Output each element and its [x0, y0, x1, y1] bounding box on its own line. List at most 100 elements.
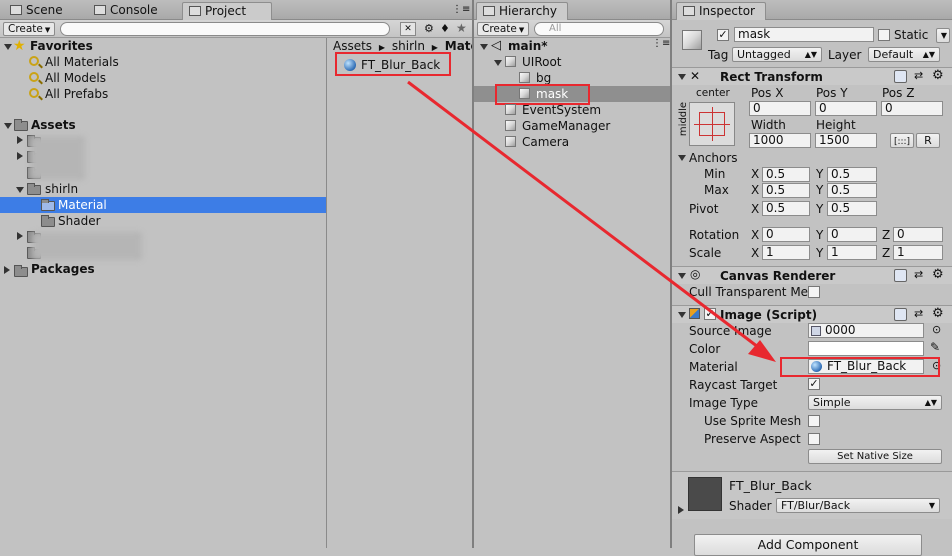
image-script-header[interactable]: ✓ Image (Script) ⇄ ⚙ [672, 305, 952, 323]
static-checkbox[interactable] [878, 29, 890, 41]
rotation-z-field[interactable]: 0 [893, 227, 943, 242]
create-button[interactable]: Create ▼ [477, 22, 530, 36]
anchor-preset-cross-v [712, 107, 713, 141]
breadcrumb-item[interactable]: shirln [392, 39, 425, 53]
pos-z-field[interactable]: 0 [881, 101, 943, 116]
help-icon[interactable] [894, 70, 907, 83]
assets-folder[interactable]: Assets [31, 117, 76, 133]
scene-header[interactable]: main* [508, 38, 548, 54]
expand-arrow-icon[interactable] [678, 155, 686, 161]
breadcrumb-item[interactable]: Assets [333, 39, 372, 53]
favorite-star-icon[interactable]: ★ [456, 21, 467, 35]
expand-arrow-icon[interactable] [17, 232, 23, 240]
expand-arrow-icon[interactable] [16, 187, 24, 193]
pos-x-field[interactable]: 0 [749, 101, 811, 116]
help-icon[interactable] [894, 269, 907, 282]
filter-label-icon[interactable]: ♦ [440, 22, 450, 35]
expand-arrow-icon[interactable] [4, 266, 10, 274]
gear-icon[interactable]: ⚙ [932, 306, 944, 321]
active-checkbox[interactable]: ✓ [717, 29, 729, 41]
favorite-item[interactable]: All Models [45, 70, 106, 86]
tab-hierarchy[interactable]: Hierarchy [476, 2, 568, 20]
y-label: Y [816, 183, 824, 197]
height-field[interactable]: 1500 [815, 133, 877, 148]
layer-dropdown[interactable]: Default ▲▼ [868, 47, 940, 62]
rotation-y-field[interactable]: 0 [827, 227, 877, 242]
canvas-renderer-header[interactable]: ◎ Canvas Renderer ⇄ ⚙ [672, 266, 952, 284]
folder-item-shirln[interactable]: shirln [45, 181, 78, 197]
packages-folder[interactable]: Packages [31, 261, 95, 277]
image-type-dropdown[interactable]: Simple ▲▼ [808, 395, 942, 410]
expand-arrow-icon[interactable] [4, 44, 12, 50]
shader-dropdown[interactable]: FT/Blur/Back ▼ [776, 498, 940, 513]
tab-scene[interactable]: Scene [4, 2, 69, 20]
hierarchy-item-eventsystem[interactable]: EventSystem [522, 102, 601, 118]
expand-arrow-icon[interactable] [17, 136, 23, 144]
scale-z-field[interactable]: 1 [893, 245, 943, 260]
project-search-input[interactable] [60, 22, 390, 36]
hierarchy-item-camera[interactable]: Camera [522, 134, 569, 150]
preset-icon[interactable]: ⇄ [914, 307, 923, 320]
object-picker-icon[interactable]: ⊙ [932, 323, 941, 336]
create-button[interactable]: Create ▼ [3, 22, 56, 36]
tag-dropdown[interactable]: Untagged ▲▼ [732, 47, 822, 62]
color-swatch[interactable] [808, 341, 924, 356]
favorite-item[interactable]: All Materials [45, 54, 119, 70]
use-sprite-mesh-checkbox[interactable] [808, 415, 820, 427]
expand-arrow-icon[interactable] [678, 273, 686, 279]
set-native-size-button[interactable]: Set Native Size [808, 449, 942, 464]
favorite-item[interactable]: All Prefabs [45, 86, 108, 102]
expand-arrow-icon[interactable] [678, 312, 686, 318]
add-component-button[interactable]: Add Component [694, 534, 922, 556]
pivot-y-field[interactable]: 0.5 [827, 201, 877, 216]
blueprint-mode-button[interactable]: [:::] [890, 133, 914, 148]
tab-project[interactable]: Project [182, 2, 272, 20]
search-clear-icon[interactable]: ✕ [400, 22, 416, 36]
favorites-header[interactable]: Favorites [30, 38, 93, 54]
scene-menu-icon[interactable]: ⋮≡ [652, 38, 670, 49]
anchors-label[interactable]: Anchors [689, 151, 738, 165]
scale-x-field[interactable]: 1 [762, 245, 810, 260]
expand-arrow-icon[interactable] [494, 60, 502, 66]
tab-inspector[interactable]: Inspector [676, 2, 766, 20]
raw-edit-button[interactable]: R [916, 133, 940, 148]
expand-arrow-icon[interactable] [480, 44, 488, 50]
static-dropdown[interactable]: ▼ [936, 28, 950, 43]
expand-arrow-icon[interactable] [678, 506, 684, 514]
tab-console[interactable]: Console [88, 2, 164, 20]
component-enabled-checkbox[interactable]: ✓ [704, 308, 716, 320]
anchor-min-x-field[interactable]: 0.5 [762, 167, 810, 182]
pivot-x-field[interactable]: 0.5 [762, 201, 810, 216]
folder-item-shader[interactable]: Shader [58, 213, 101, 229]
cull-transparent-checkbox[interactable] [808, 286, 820, 298]
material-preview-thumbnail [688, 477, 722, 511]
preserve-aspect-checkbox[interactable] [808, 433, 820, 445]
panel-menu-icon[interactable]: ⋮≡ [452, 4, 470, 15]
source-image-field[interactable]: 0000 [808, 323, 924, 338]
rotation-x-field[interactable]: 0 [762, 227, 810, 242]
filter-type-icon[interactable]: ⚙ [424, 22, 434, 35]
hierarchy-item-gamemanager[interactable]: GameManager [522, 118, 610, 134]
anchor-preset-button[interactable] [689, 102, 735, 146]
help-icon[interactable] [894, 308, 907, 321]
hierarchy-search-input[interactable]: All [534, 22, 664, 36]
preset-icon[interactable]: ⇄ [914, 268, 923, 281]
expand-arrow-icon[interactable] [678, 74, 686, 80]
gear-icon[interactable]: ⚙ [932, 267, 944, 282]
object-name-field[interactable]: mask [734, 27, 874, 42]
expand-arrow-icon[interactable] [4, 123, 12, 129]
expand-arrow-icon[interactable] [17, 152, 23, 160]
gear-icon[interactable]: ⚙ [932, 68, 944, 83]
anchor-min-y-field[interactable]: 0.5 [827, 167, 877, 182]
eyedropper-icon[interactable]: ✎ [930, 340, 940, 354]
anchor-max-y-field[interactable]: 0.5 [827, 183, 877, 198]
width-field[interactable]: 1000 [749, 133, 811, 148]
scale-y-field[interactable]: 1 [827, 245, 877, 260]
hierarchy-item-uiroot[interactable]: UIRoot [522, 54, 562, 70]
project-splitter[interactable] [326, 38, 327, 548]
preset-icon[interactable]: ⇄ [914, 69, 923, 82]
rect-transform-header[interactable]: ✕ Rect Transform ⇄ ⚙ [672, 67, 952, 85]
pos-y-field[interactable]: 0 [815, 101, 877, 116]
raycast-target-checkbox[interactable]: ✓ [808, 378, 820, 390]
anchor-max-x-field[interactable]: 0.5 [762, 183, 810, 198]
